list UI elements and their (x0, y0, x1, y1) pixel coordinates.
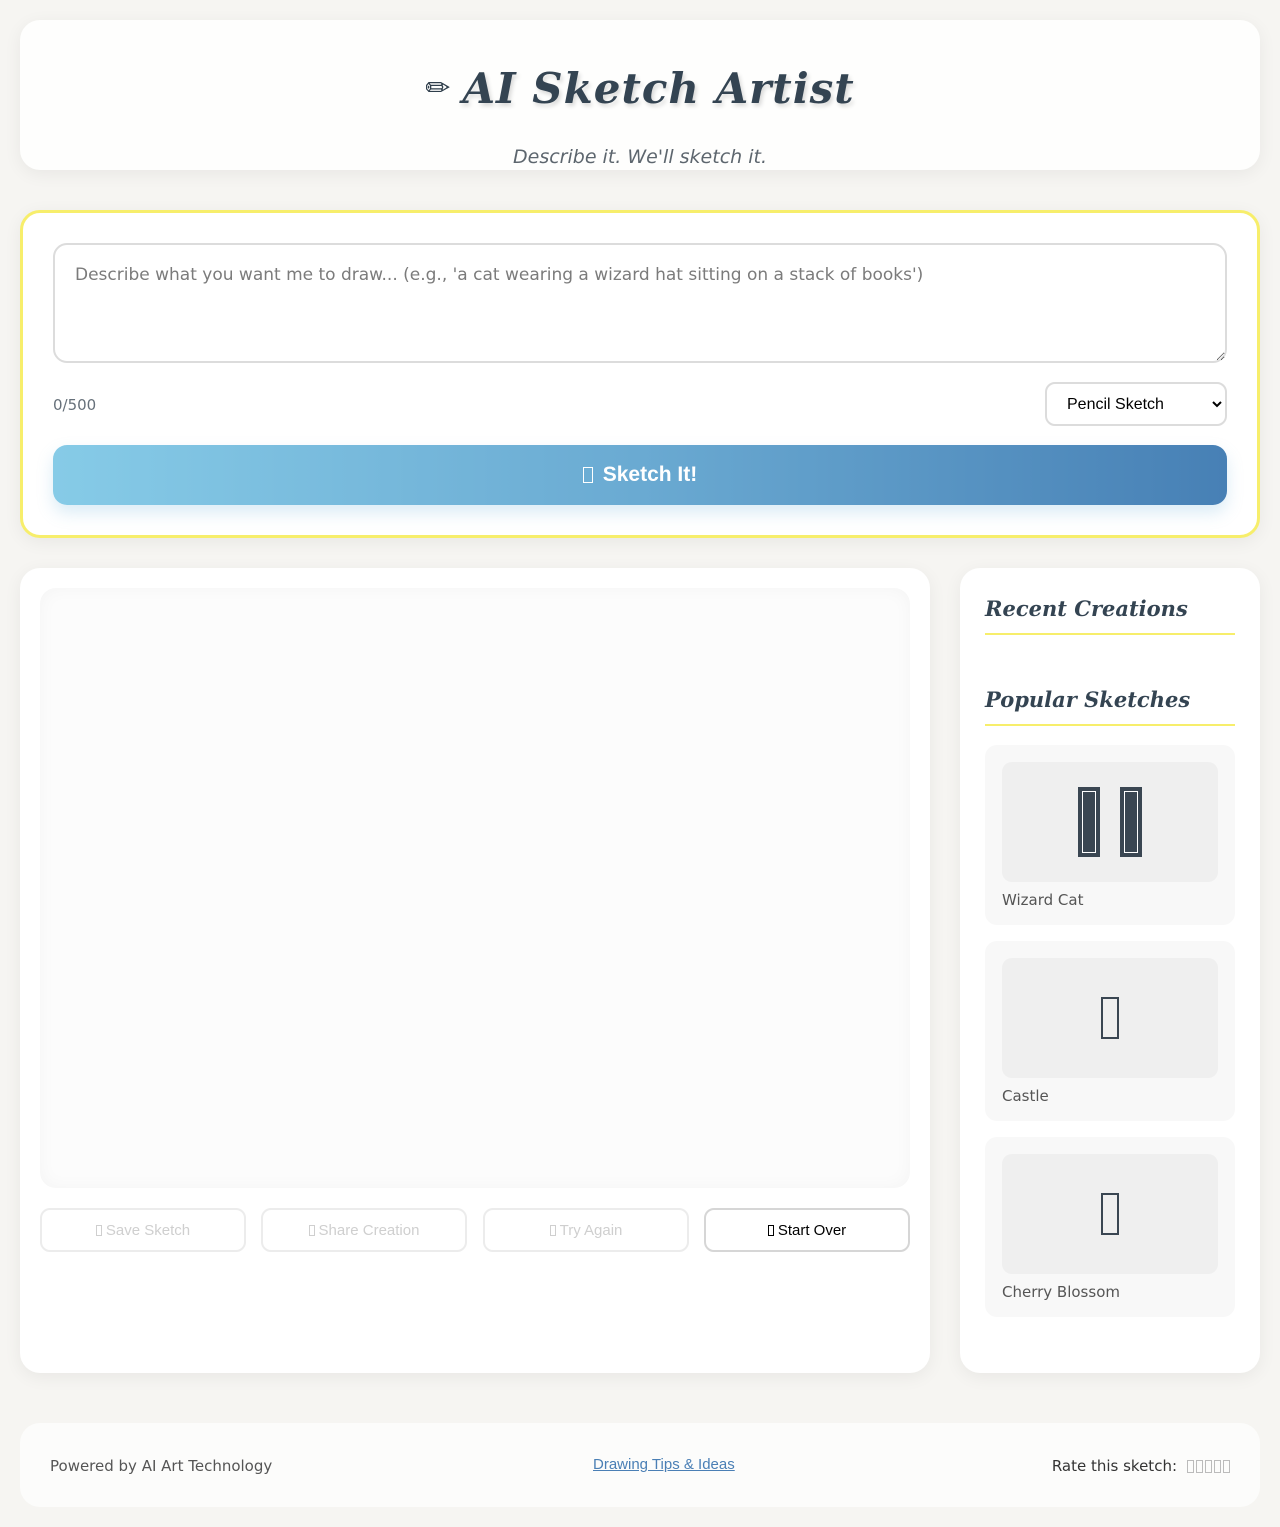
app-subtitle: Describe it. We'll sketch it. (513, 146, 767, 168)
star-icon[interactable] (1205, 1459, 1212, 1473)
try-again-label: Try Again (559, 1221, 623, 1239)
start-over-label: Start Over (777, 1221, 847, 1239)
sketch-name: Castle (1002, 1087, 1049, 1105)
star-icon[interactable] (1196, 1459, 1203, 1473)
castle-icon (1002, 958, 1218, 1078)
share-icon (308, 1224, 315, 1236)
save-sketch-label: Save Sketch (105, 1221, 191, 1239)
restart-icon (767, 1224, 774, 1236)
try-again-button[interactable]: Try Again (483, 1208, 689, 1252)
popular-sketch-card[interactable]: Cherry Blossom (985, 1137, 1235, 1317)
rating-widget: Rate this sketch: (1052, 1457, 1230, 1475)
wizard-cat-icon (1002, 762, 1218, 882)
title-row: ✏ AI Sketch Artist (20, 64, 1260, 113)
drawing-tips-link[interactable]: Drawing Tips & Ideas (593, 1456, 735, 1473)
prompt-panel: 0/500 Pencil Sketch Sketch It! (20, 210, 1260, 538)
star-icon[interactable] (1214, 1459, 1221, 1473)
sketch-it-button[interactable]: Sketch It! (53, 445, 1227, 505)
sketch-it-label: Sketch It! (602, 463, 698, 486)
popular-sketches-heading: Popular Sketches (985, 687, 1235, 726)
save-sketch-button[interactable]: Save Sketch (40, 1208, 246, 1252)
start-over-button[interactable]: Start Over (704, 1208, 910, 1252)
powered-by-text: Powered by AI Art Technology (50, 1457, 273, 1475)
prompt-textarea[interactable] (53, 243, 1227, 363)
style-select[interactable]: Pencil Sketch (1045, 382, 1227, 426)
sketch-name: Wizard Cat (1002, 891, 1084, 909)
recent-creations-heading: Recent Creations (985, 596, 1235, 635)
sketch-canvas[interactable] (40, 588, 910, 1188)
share-creation-button[interactable]: Share Creation (261, 1208, 467, 1252)
share-creation-label: Share Creation (318, 1221, 420, 1239)
sketch-name: Cherry Blossom (1002, 1283, 1120, 1301)
footer: Powered by AI Art Technology Drawing Tip… (20, 1423, 1260, 1507)
popular-sketch-card[interactable]: Castle (985, 941, 1235, 1121)
canvas-panel: Save Sketch Share Creation Try Again Sta… (20, 568, 930, 1373)
app-header: ✏ AI Sketch Artist Describe it. We'll ske… (20, 20, 1260, 170)
star-rating (1187, 1459, 1230, 1473)
sidebar: Recent Creations Popular Sketches Wizard… (960, 568, 1260, 1373)
app-title: AI Sketch Artist (462, 64, 855, 113)
pencil-icon: ✏ (425, 71, 451, 106)
character-count: 0/500 (53, 396, 97, 414)
cherry-blossom-icon (1002, 1154, 1218, 1274)
popular-sketch-card[interactable]: Wizard Cat (985, 745, 1235, 925)
refresh-icon (549, 1224, 556, 1236)
brush-icon (582, 467, 593, 483)
star-icon[interactable] (1223, 1459, 1230, 1473)
save-icon (95, 1224, 102, 1236)
rate-label: Rate this sketch: (1051, 1457, 1177, 1475)
star-icon[interactable] (1187, 1459, 1194, 1473)
